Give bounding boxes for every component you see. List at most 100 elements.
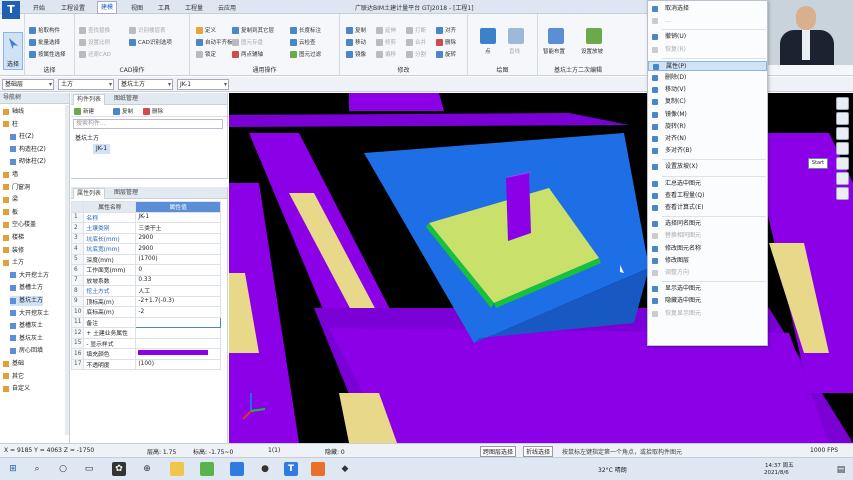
- context-menu-item[interactable]: 删除(D): [648, 73, 767, 83]
- context-menu-item[interactable]: 镜像(M): [648, 110, 767, 120]
- tab-quantities[interactable]: 工程量: [182, 3, 206, 12]
- extend-button[interactable]: 延伸: [376, 26, 396, 34]
- set-slope-icon[interactable]: [586, 28, 602, 44]
- nav-item[interactable]: 其它: [3, 372, 24, 382]
- property-row[interactable]: 12 + 土建业务属性: [70, 327, 221, 339]
- restore-cad-button[interactable]: 还原CAD: [79, 50, 111, 58]
- zoom-view-icon[interactable]: [836, 112, 849, 125]
- nav-item[interactable]: 板: [3, 208, 18, 218]
- nav-item[interactable]: 柱(Z): [10, 132, 34, 142]
- windows-start-icon[interactable]: ⊞: [6, 462, 20, 476]
- tab-layer-manager[interactable]: 图层管理: [111, 188, 141, 199]
- nav-item[interactable]: 墙: [3, 170, 18, 180]
- floor-select[interactable]: 基础层: [2, 79, 54, 90]
- nav-item[interactable]: 基槽灰土: [10, 321, 43, 331]
- copy-component-button[interactable]: 复制: [113, 107, 133, 115]
- component-tree-root[interactable]: 基坑土方: [75, 133, 99, 142]
- context-menu-item[interactable]: 撤销(U): [648, 32, 767, 42]
- property-row[interactable]: 16 填充颜色: [70, 348, 221, 360]
- notification-icon[interactable]: ▤: [834, 463, 848, 477]
- element-select[interactable]: JK-1: [177, 79, 229, 90]
- context-menu-item[interactable]: 取消选择: [648, 4, 767, 14]
- tab-project-settings[interactable]: 工程设置: [58, 3, 88, 12]
- mail-icon[interactable]: [230, 462, 244, 476]
- layer-view-icon[interactable]: [836, 187, 849, 200]
- nav-item[interactable]: 构造柱(Z): [10, 145, 46, 155]
- property-row[interactable]: 8 挖土方式 人工: [70, 285, 221, 297]
- fit-view-icon[interactable]: [836, 142, 849, 155]
- nav-item[interactable]: 自定义: [3, 384, 30, 394]
- far-beam[interactable]: [229, 113, 629, 127]
- property-value[interactable]: [135, 316, 221, 328]
- app-icon-2[interactable]: ◆: [338, 462, 352, 476]
- tab-property-list[interactable]: 属性列表: [73, 188, 106, 199]
- property-value[interactable]: 2900: [135, 232, 221, 244]
- tab-cloud[interactable]: 云应用: [215, 3, 239, 12]
- property-row[interactable]: 2 土壤类别 三类干土: [70, 222, 221, 234]
- copy-to-floor-button[interactable]: 复制到其它层: [232, 26, 274, 34]
- move-button[interactable]: 移动: [346, 38, 366, 46]
- floor-table-button[interactable]: 识别楼层表: [129, 26, 166, 34]
- cross-layer-select-button[interactable]: 跨图层选择: [480, 446, 517, 457]
- define-button[interactable]: 定义: [196, 26, 216, 34]
- property-value[interactable]: [135, 337, 221, 349]
- two-point-axis-button[interactable]: 两点辅轴: [232, 50, 263, 58]
- nav-scrollbar[interactable]: [65, 105, 69, 435]
- select-button[interactable]: 选择: [3, 32, 23, 70]
- property-value[interactable]: 0: [135, 264, 221, 276]
- start-button[interactable]: Start: [808, 158, 828, 169]
- context-menu-item[interactable]: 显示选中图元: [648, 284, 767, 294]
- property-row[interactable]: 10 底标高(m) -2: [70, 306, 221, 318]
- pan-view-icon[interactable]: [836, 127, 849, 140]
- mirror-button[interactable]: 镜像: [346, 50, 366, 58]
- nav-item[interactable]: 柱: [3, 120, 18, 130]
- nav-item[interactable]: 基坑灰土: [10, 334, 43, 344]
- nav-item[interactable]: 大开挖土方: [10, 271, 49, 281]
- nav-item[interactable]: 门窗洞: [3, 183, 30, 193]
- split-button[interactable]: 分割: [406, 50, 426, 58]
- browser-icon[interactable]: [200, 462, 214, 476]
- property-value[interactable]: [135, 348, 221, 360]
- line-draw-icon[interactable]: [508, 28, 524, 44]
- nav-item[interactable]: 基槽土方: [10, 283, 43, 293]
- property-value[interactable]: 0.33: [135, 274, 221, 286]
- task-view-icon[interactable]: ▭: [82, 462, 96, 476]
- property-value[interactable]: 2900: [135, 243, 221, 255]
- nav-item[interactable]: 空心楼盖: [3, 220, 36, 230]
- auto-align-slab-button[interactable]: 图元存盘: [232, 38, 263, 46]
- tab-start[interactable]: 开始: [30, 3, 48, 12]
- context-menu-item[interactable]: 修改图元名称: [648, 244, 767, 254]
- batch-select-button[interactable]: 批量选择: [29, 38, 60, 46]
- copy-button[interactable]: 复制: [346, 26, 366, 34]
- beam-segment[interactable]: [349, 93, 444, 111]
- property-row[interactable]: 9 顶标高(m) -2+1.7(-0.3): [70, 295, 221, 307]
- nav-item[interactable]: 房心回填: [10, 346, 43, 356]
- tab-tools[interactable]: 工具: [155, 3, 173, 12]
- folder-icon[interactable]: [170, 462, 184, 476]
- tab-modeling[interactable]: 建模: [97, 1, 118, 14]
- property-row[interactable]: 17 不透明度 (100): [70, 358, 221, 370]
- context-menu-item[interactable]: 汇总选中图元: [648, 179, 767, 189]
- property-value[interactable]: 人工: [135, 285, 221, 297]
- nav-item[interactable]: 大开挖灰土: [10, 309, 49, 319]
- column[interactable]: [506, 173, 531, 241]
- property-value[interactable]: (100): [135, 358, 221, 370]
- property-row[interactable]: 7 放坡系数 0.33: [70, 274, 221, 286]
- nav-item[interactable]: 梁: [3, 195, 18, 205]
- lock-button[interactable]: 锁定: [196, 50, 216, 58]
- merge-button[interactable]: 合并: [406, 38, 426, 46]
- cortana-icon[interactable]: ○: [56, 462, 70, 476]
- smart-layout-icon[interactable]: [548, 28, 564, 44]
- break-button[interactable]: 打断: [406, 26, 426, 34]
- cloud-check-button[interactable]: 自动平齐板: [196, 38, 233, 46]
- length-mark-button[interactable]: 长度标注: [290, 26, 321, 34]
- recorder-icon[interactable]: [311, 462, 325, 476]
- type-select[interactable]: 基坑土方: [118, 79, 173, 90]
- nav-item[interactable]: 砌体柱(Z): [10, 157, 46, 167]
- select-by-property-button[interactable]: 按属性选择: [29, 50, 66, 58]
- context-menu-item[interactable]: 旋转(R): [648, 122, 767, 132]
- nav-item[interactable]: 基坑土方: [10, 296, 44, 306]
- category-select[interactable]: 土方: [58, 79, 114, 90]
- context-menu-item[interactable]: 多对齐(B): [648, 146, 767, 156]
- property-row[interactable]: 11 备注: [70, 316, 221, 328]
